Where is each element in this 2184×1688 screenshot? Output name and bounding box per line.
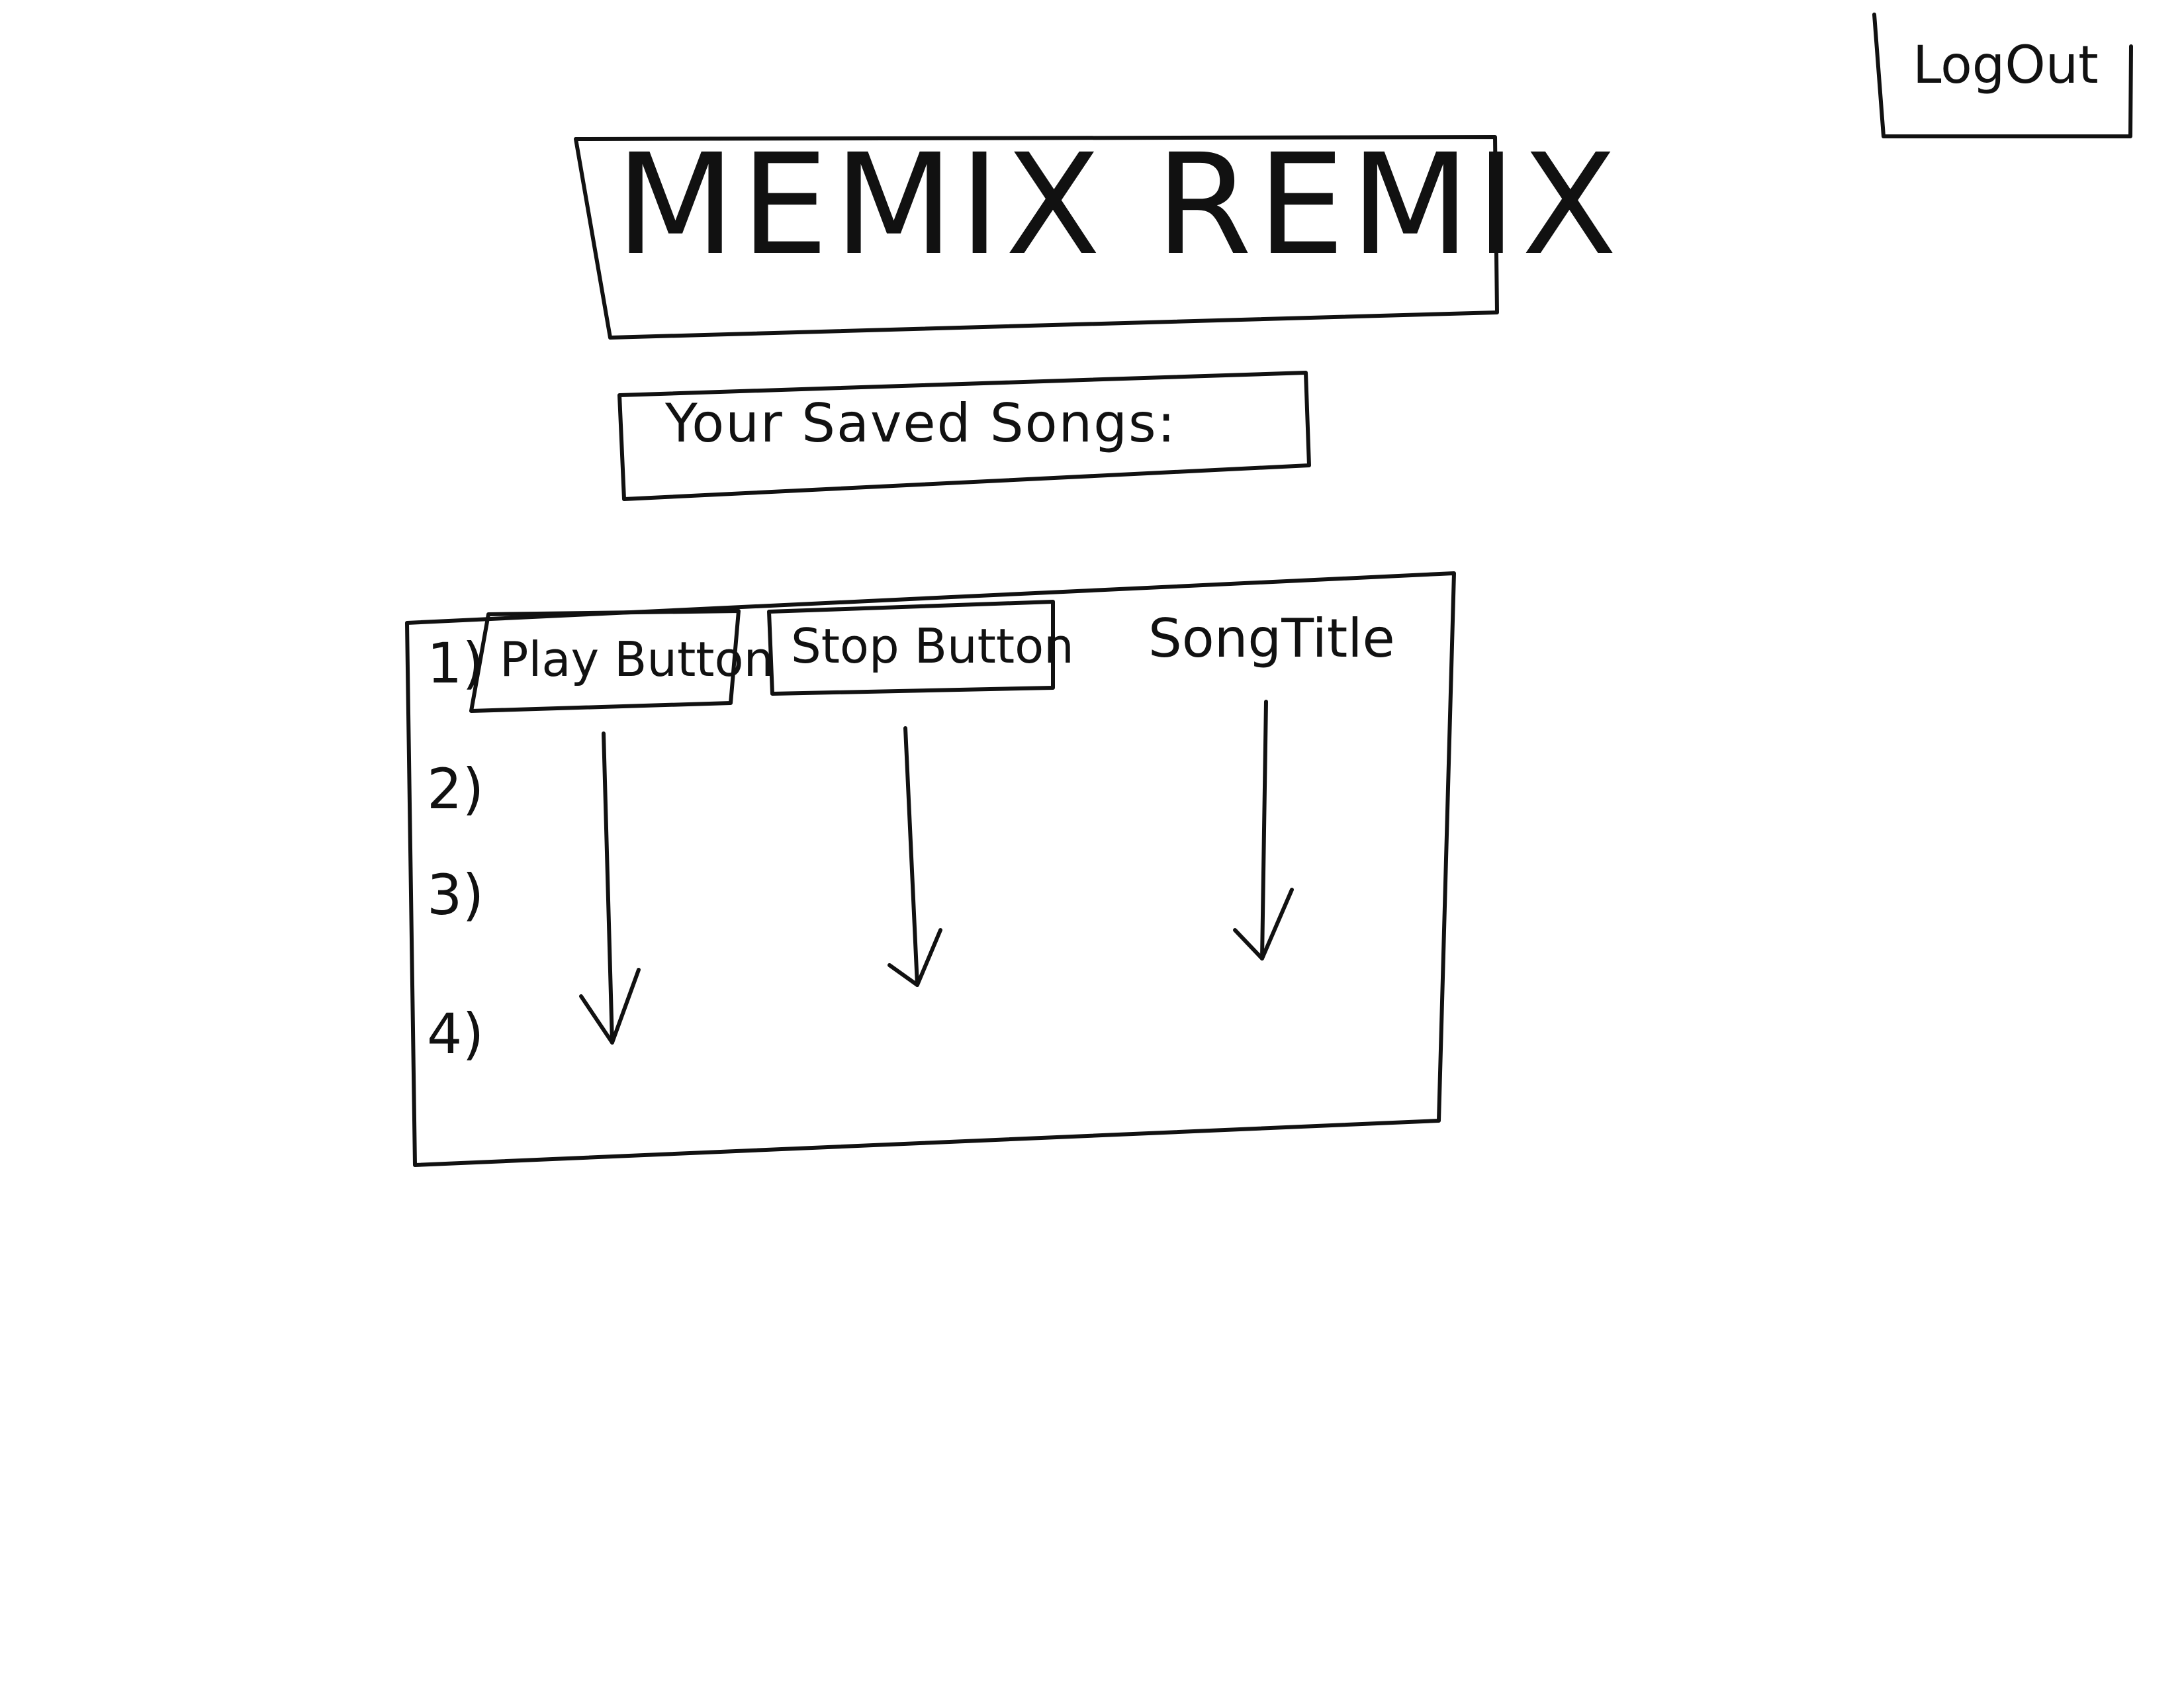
song-title-label: SongTitle <box>1148 608 1395 669</box>
row-number-1: 1) <box>427 631 484 696</box>
app-title: MEMIX REMIX <box>615 124 1623 286</box>
row-number-4: 4) <box>427 1002 484 1066</box>
logout-button-label[interactable]: LogOut <box>1913 40 2099 91</box>
stop-button-label[interactable]: Stop Button <box>791 622 1074 670</box>
row-number-3: 3) <box>427 863 484 927</box>
saved-songs-heading: Your Saved Songs: <box>665 393 1177 454</box>
row-number-2: 2) <box>427 757 484 821</box>
title-column-arrow-line <box>1260 700 1268 961</box>
play-button-label[interactable]: Play Button <box>500 635 774 683</box>
stop-column-arrow-line <box>903 726 919 987</box>
play-column-arrow-line <box>602 731 614 1045</box>
